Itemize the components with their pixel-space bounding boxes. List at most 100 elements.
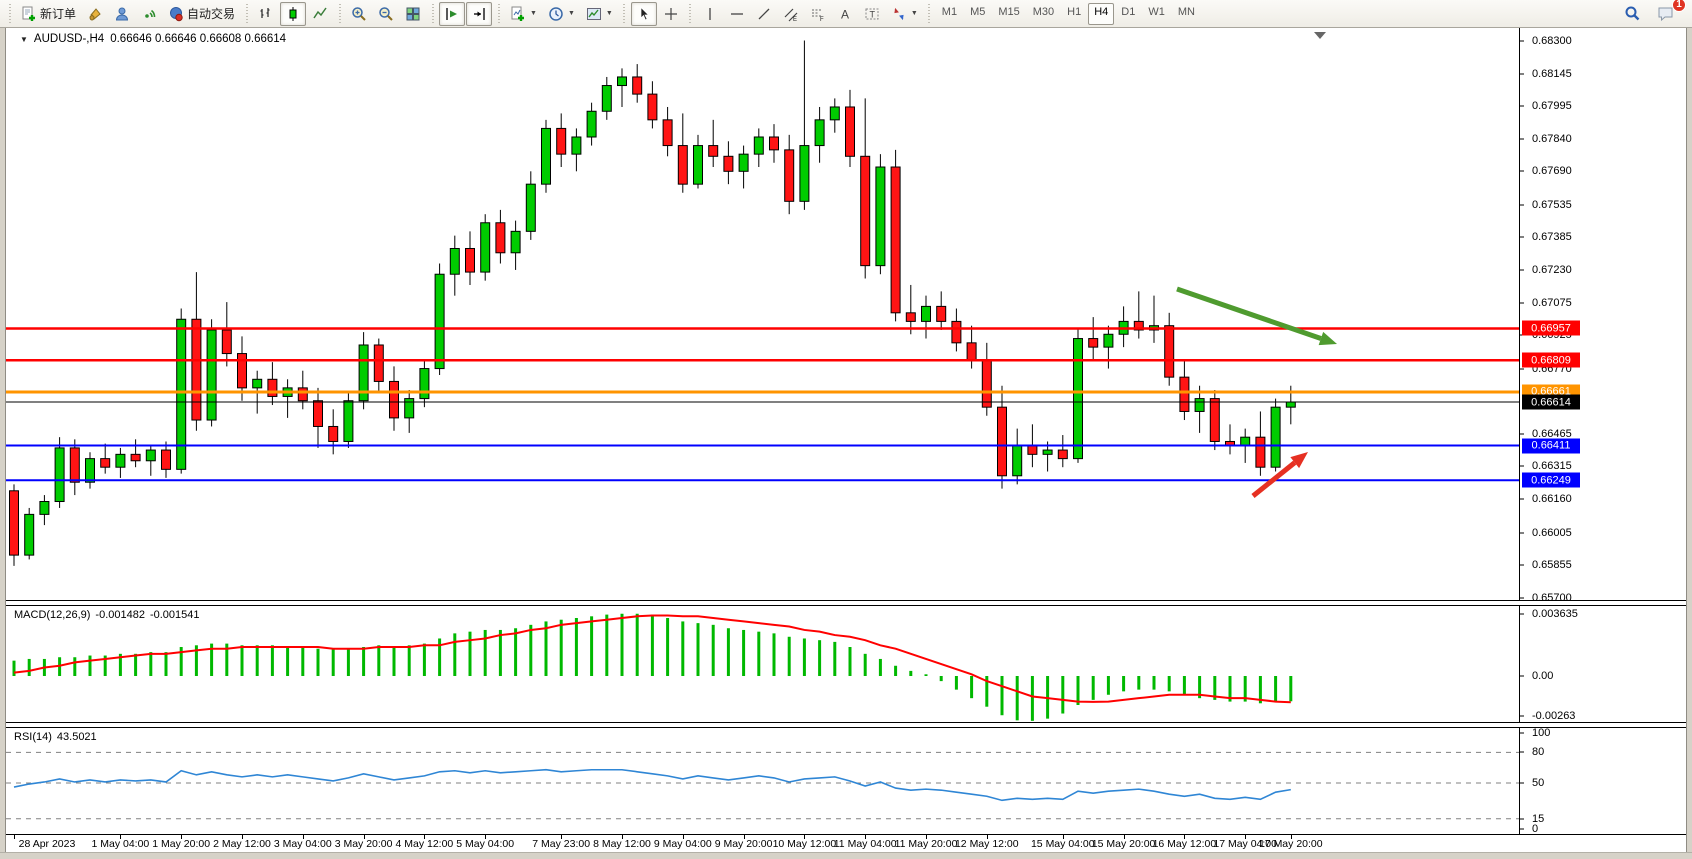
bear-candle[interactable]	[1058, 450, 1067, 459]
zoom-in-button[interactable]	[346, 2, 372, 26]
auto-scroll-button[interactable]	[439, 2, 465, 26]
bear-candle[interactable]	[101, 459, 110, 468]
bull-candle[interactable]	[754, 137, 763, 154]
bear-candle[interactable]	[906, 313, 915, 322]
bear-candle[interactable]	[238, 354, 247, 388]
bear-candle[interactable]	[557, 128, 566, 154]
periods-button[interactable]: ▼	[543, 2, 580, 26]
cursor-button[interactable]	[631, 2, 657, 26]
bear-candle[interactable]	[466, 248, 475, 272]
fibonacci-button[interactable]: F	[805, 2, 831, 26]
signals-button[interactable]	[136, 2, 162, 26]
bull-candle[interactable]	[694, 146, 703, 185]
bull-candle[interactable]	[55, 448, 64, 502]
bull-candle[interactable]	[253, 379, 262, 388]
bull-candle[interactable]	[86, 459, 95, 483]
text-label-button[interactable]: T	[859, 2, 885, 26]
indicators-button[interactable]: ▼	[505, 2, 542, 26]
bear-candle[interactable]	[785, 150, 794, 201]
bear-candle[interactable]	[678, 146, 687, 185]
bull-candle[interactable]	[602, 86, 611, 112]
bear-candle[interactable]	[10, 491, 19, 555]
bull-candle[interactable]	[739, 154, 748, 171]
bear-candle[interactable]	[709, 146, 718, 157]
bull-candle[interactable]	[922, 306, 931, 321]
bear-candle[interactable]	[1089, 339, 1098, 348]
bull-candle[interactable]	[572, 137, 581, 154]
timeframe-M15[interactable]: M15	[992, 3, 1025, 25]
bear-candle[interactable]	[663, 120, 672, 146]
bear-candle[interactable]	[70, 448, 79, 482]
bull-candle[interactable]	[481, 223, 490, 272]
timeframe-MN[interactable]: MN	[1172, 3, 1201, 25]
bull-candle[interactable]	[618, 77, 627, 86]
zoom-out-button[interactable]	[373, 2, 399, 26]
bull-candle[interactable]	[1043, 450, 1052, 454]
timeframe-M5[interactable]: M5	[964, 3, 991, 25]
search-button[interactable]	[1619, 2, 1646, 26]
bull-candle[interactable]	[1241, 437, 1250, 446]
bull-candle[interactable]	[420, 369, 429, 399]
bull-candle[interactable]	[800, 146, 809, 202]
channel-button[interactable]: E	[778, 2, 804, 26]
bear-candle[interactable]	[861, 156, 870, 265]
green-trend-arrow[interactable]	[1177, 289, 1337, 345]
bull-candle[interactable]	[116, 454, 125, 467]
bull-candle[interactable]	[207, 330, 216, 420]
new-order-button[interactable]: 新订单	[16, 2, 81, 26]
timeframe-M1[interactable]: M1	[936, 3, 963, 25]
bull-candle[interactable]	[815, 120, 824, 146]
tile-windows-button[interactable]	[400, 2, 426, 26]
shift-marker-icon[interactable]	[1314, 32, 1326, 39]
bear-candle[interactable]	[1028, 446, 1037, 455]
bear-candle[interactable]	[846, 107, 855, 156]
rsi-plot[interactable]	[6, 728, 1519, 834]
bull-candle[interactable]	[1013, 446, 1022, 476]
bull-candle[interactable]	[435, 274, 444, 368]
bear-candle[interactable]	[162, 450, 171, 469]
time-axis[interactable]: 28 Apr 20231 May 04:001 May 20:002 May 1…	[6, 835, 1686, 852]
bear-candle[interactable]	[298, 388, 307, 401]
macd-plot[interactable]	[6, 606, 1519, 722]
bear-candle[interactable]	[314, 401, 323, 427]
chart-menu-icon[interactable]: ▼	[20, 35, 28, 44]
bear-candle[interactable]	[937, 306, 946, 321]
bear-candle[interactable]	[329, 426, 338, 441]
bull-candle[interactable]	[587, 111, 596, 137]
price-chart-plot[interactable]	[6, 28, 1519, 600]
price-axis[interactable]: 0.683000.681450.679950.678400.676900.675…	[1526, 28, 1686, 600]
trendline-button[interactable]	[751, 2, 777, 26]
bull-candle[interactable]	[146, 450, 155, 461]
bear-candle[interactable]	[1180, 377, 1189, 411]
bull-candle[interactable]	[344, 401, 353, 442]
bear-candle[interactable]	[770, 137, 779, 150]
bull-candle[interactable]	[876, 167, 885, 266]
bear-candle[interactable]	[1210, 399, 1219, 442]
bar-chart-button[interactable]	[253, 2, 279, 26]
candlestick-chart-button[interactable]	[280, 2, 306, 26]
bear-candle[interactable]	[222, 330, 231, 354]
bear-candle[interactable]	[967, 343, 976, 360]
chart-shift-button[interactable]	[466, 2, 492, 26]
timeframe-W1[interactable]: W1	[1142, 3, 1171, 25]
bear-candle[interactable]	[648, 94, 657, 120]
timeframe-M30[interactable]: M30	[1027, 3, 1060, 25]
bear-candle[interactable]	[192, 319, 201, 420]
bull-candle[interactable]	[1286, 402, 1295, 407]
bull-candle[interactable]	[1104, 334, 1113, 347]
bear-candle[interactable]	[374, 345, 383, 381]
bear-candle[interactable]	[496, 223, 505, 253]
horizontal-line-button[interactable]	[724, 2, 750, 26]
timeframe-D1[interactable]: D1	[1115, 3, 1141, 25]
bull-candle[interactable]	[450, 248, 459, 274]
macd-axis[interactable]: 0.0036350.00-0.00263	[1526, 606, 1686, 722]
bear-candle[interactable]	[1165, 326, 1174, 377]
bull-candle[interactable]	[542, 128, 551, 184]
bear-candle[interactable]	[633, 77, 642, 94]
bear-candle[interactable]	[952, 321, 961, 342]
arrows-button[interactable]: ▼	[886, 2, 923, 26]
bull-candle[interactable]	[526, 184, 535, 231]
templates-button[interactable]: ▼	[581, 2, 618, 26]
notifications-button[interactable]: 1	[1652, 2, 1680, 26]
rsi-axis[interactable]: 1008050150	[1526, 728, 1686, 834]
